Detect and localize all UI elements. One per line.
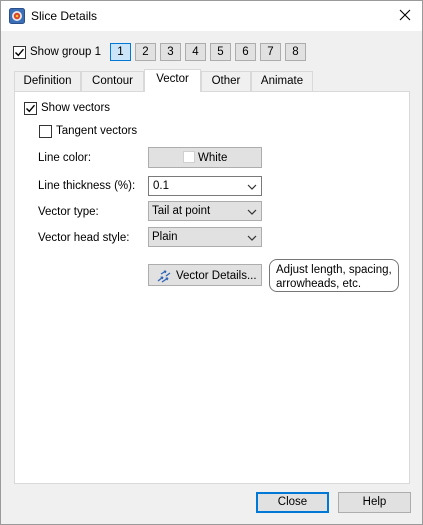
tangent-vectors-checkbox[interactable] — [39, 125, 52, 138]
line-color-button[interactable]: White — [148, 147, 262, 168]
close-button[interactable]: Close — [256, 492, 329, 513]
show-group-label: Show group 1 — [30, 46, 101, 58]
chevron-down-icon[interactable] — [247, 182, 257, 194]
color-swatch — [183, 151, 195, 163]
group-button-5[interactable]: 5 — [210, 43, 231, 61]
slice-details-dialog: Slice Details Show group 1 1 2 3 4 5 6 7… — [0, 0, 423, 525]
chevron-down-icon — [247, 207, 257, 219]
tab-contour[interactable]: Contour — [81, 71, 144, 91]
group-button-1[interactable]: 1 — [110, 43, 131, 61]
line-thickness-label: Line thickness (%): — [38, 180, 136, 192]
group-button-4[interactable]: 4 — [185, 43, 206, 61]
group-button-3[interactable]: 3 — [160, 43, 181, 61]
line-color-value: White — [198, 152, 228, 164]
vector-details-button[interactable]: Vector Details... — [148, 264, 262, 286]
close-icon[interactable] — [396, 6, 414, 24]
head-style-value: Plain — [152, 231, 178, 243]
tecplot-slice-icon — [9, 8, 25, 24]
line-thickness-value: 0.1 — [153, 180, 169, 192]
tab-definition[interactable]: Definition — [14, 71, 81, 91]
vector-type-dropdown[interactable]: Tail at point — [148, 201, 262, 221]
group-button-7[interactable]: 7 — [260, 43, 281, 61]
vector-details-label: Vector Details... — [176, 270, 257, 282]
line-thickness-combobox[interactable]: 0.1 — [148, 176, 262, 196]
hint-line-1: Adjust length, spacing, — [276, 264, 392, 276]
line-color-label: Line color: — [38, 152, 92, 164]
vector-type-value: Tail at point — [152, 205, 211, 217]
vector-field-icon — [156, 268, 172, 287]
head-style-dropdown[interactable]: Plain — [148, 227, 262, 247]
head-style-label: Vector head style: — [38, 232, 130, 244]
show-vectors-checkbox[interactable] — [24, 102, 37, 115]
tab-animate[interactable]: Animate — [251, 71, 313, 91]
chevron-down-icon — [247, 233, 257, 245]
show-vectors-label: Show vectors — [41, 102, 111, 114]
tab-other[interactable]: Other — [201, 71, 251, 91]
show-group-checkbox[interactable] — [13, 46, 26, 59]
tab-vector[interactable]: Vector — [144, 69, 201, 92]
group-button-2[interactable]: 2 — [135, 43, 156, 61]
title-bar: Slice Details — [1, 1, 422, 31]
vector-details-hint: Adjust length, spacing, arrowheads, etc. — [269, 259, 399, 292]
group-button-8[interactable]: 8 — [285, 43, 306, 61]
help-button[interactable]: Help — [338, 492, 411, 513]
window-title: Slice Details — [31, 9, 98, 23]
group-button-6[interactable]: 6 — [235, 43, 256, 61]
tangent-vectors-label: Tangent vectors — [56, 125, 138, 137]
hint-line-2: arrowheads, etc. — [276, 278, 362, 290]
vector-type-label: Vector type: — [38, 206, 99, 218]
